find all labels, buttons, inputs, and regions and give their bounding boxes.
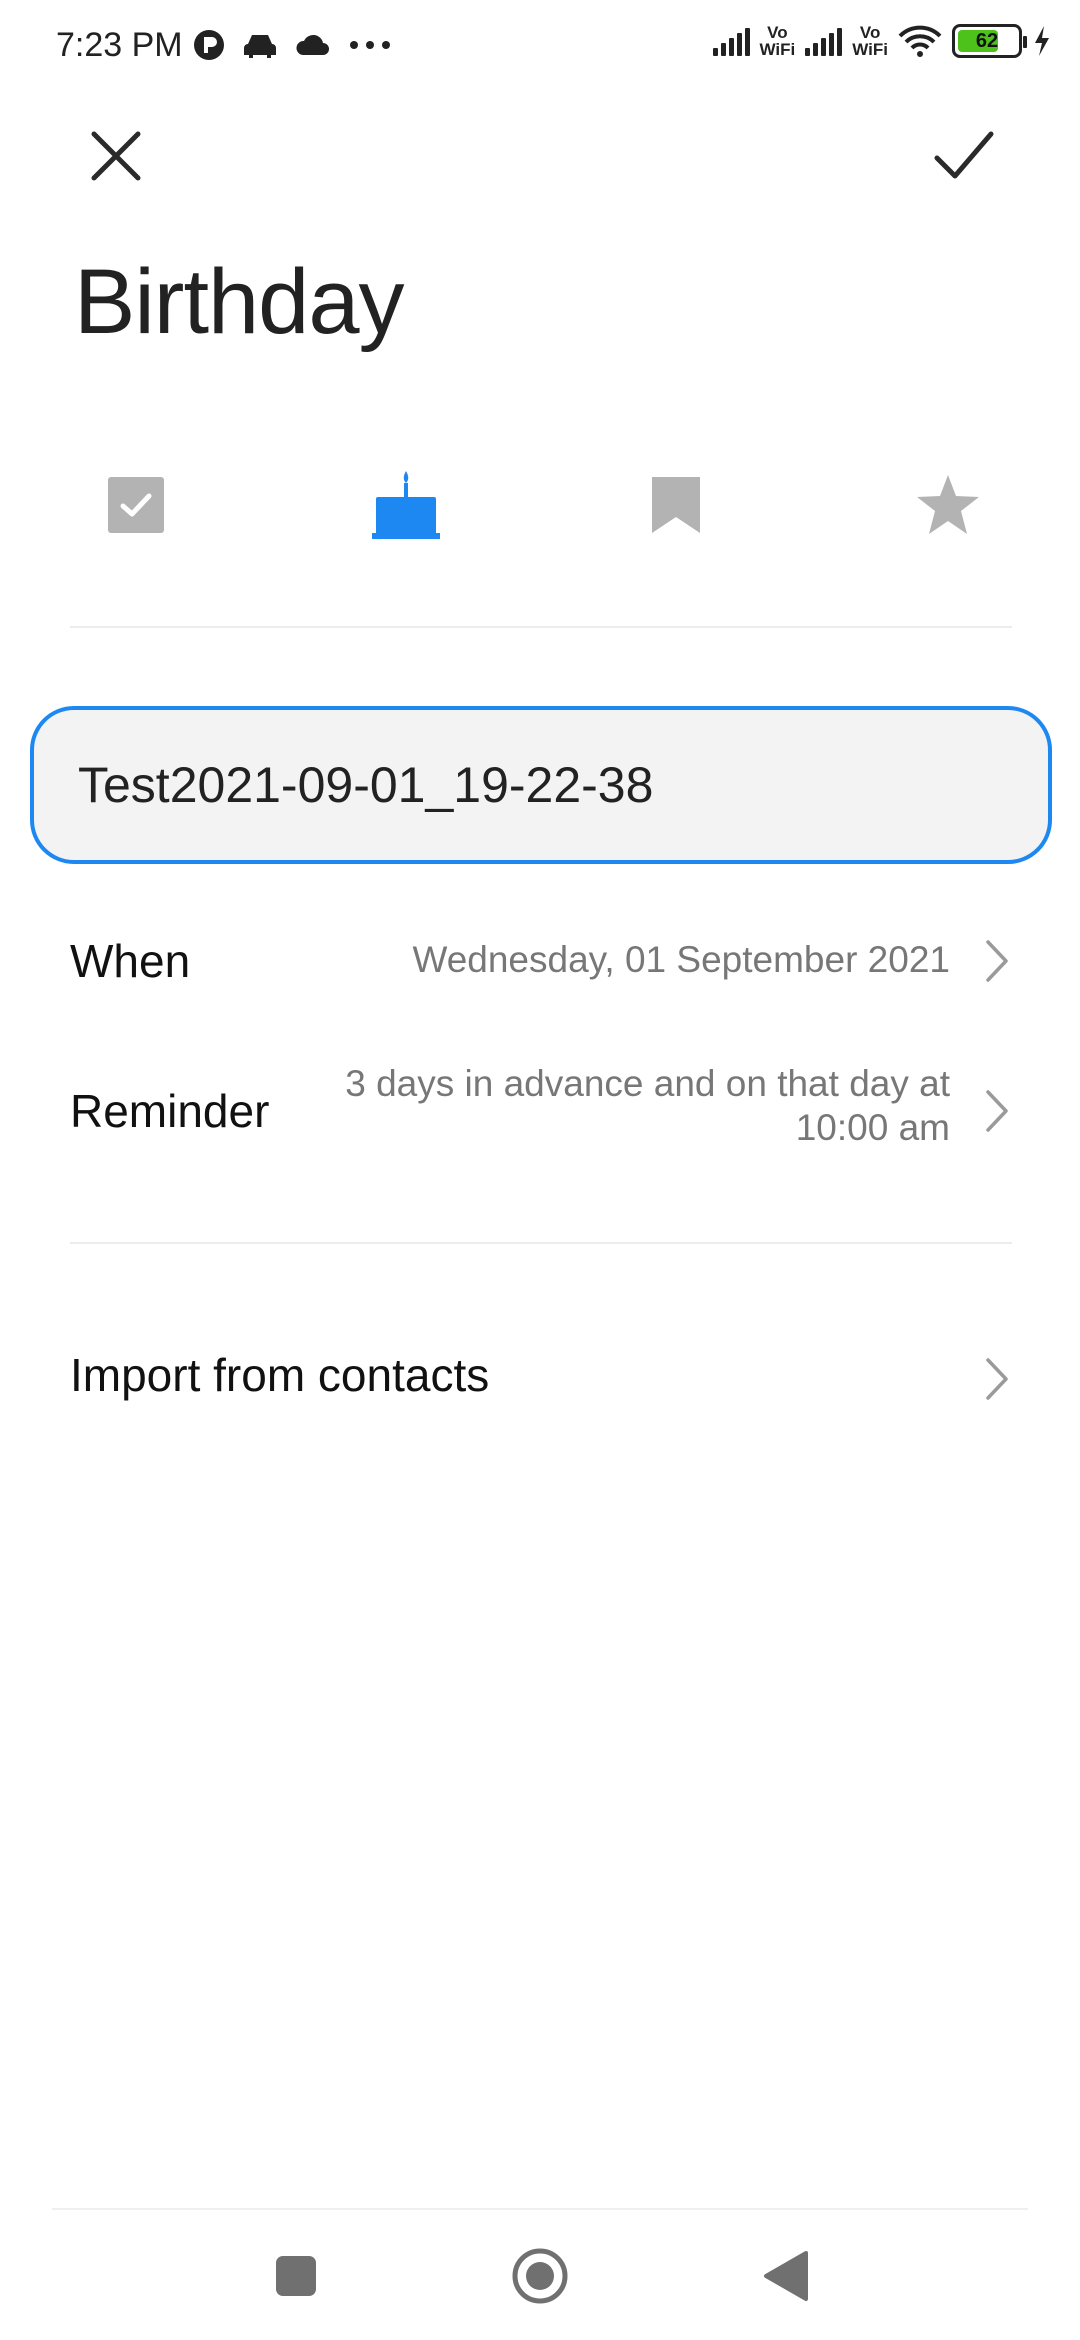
when-value: Wednesday, 01 September 2021 [412,939,950,980]
import-contacts-row[interactable]: Import from contacts [0,1320,1080,1440]
battery-icon: 62 [952,24,1027,58]
more-notifications-icon [350,41,390,49]
type-option-task[interactable] [86,455,186,555]
type-option-important[interactable] [898,455,998,555]
reminder-value-line1: 3 days in advance and on that day at [345,1063,950,1104]
divider [70,1242,1012,1244]
charging-icon [1035,26,1049,56]
reminder-label: Reminder [70,1085,270,1137]
divider [70,626,1012,628]
status-bar: 7:23 PM Vo WiFi Vo WiFi 62 [0,0,1080,96]
recents-button[interactable] [256,2236,336,2316]
chevron-right-icon [986,940,1008,982]
signal-icon [805,26,843,56]
battery-level: 62 [975,29,999,52]
check-icon [934,131,994,179]
type-option-birthday[interactable] [356,455,456,555]
type-option-anniversary[interactable] [626,455,726,555]
import-contacts-label: Import from contacts [70,1349,490,1401]
star-icon [917,475,979,534]
vowifi-icon: Vo WiFi [759,23,796,59]
confirm-button[interactable] [924,116,1004,196]
event-type-selector [0,455,1080,555]
status-notification-icons [192,28,392,62]
cloud-icon [296,34,329,55]
vowifi-icon: Vo WiFi [852,23,888,59]
page-title: Birthday [74,251,404,353]
reminder-value-line2: 10:00 am [795,1107,950,1148]
cake-icon [372,471,440,539]
reminder-row[interactable]: Reminder 3 days in advance and on that d… [0,1040,1080,1180]
close-button[interactable] [76,116,156,196]
event-name-field[interactable] [30,706,1052,864]
car-icon [244,35,276,58]
status-time: 7:23 PM [56,26,183,64]
event-name-input[interactable] [78,710,998,860]
bookmark-icon [652,477,700,533]
wifi-icon [898,25,942,57]
home-button[interactable] [500,2236,580,2316]
chevron-right-icon [986,1358,1008,1400]
checkbox-icon [108,477,164,533]
back-button[interactable] [746,2236,826,2316]
chevron-right-icon [986,1090,1008,1132]
app-notification-icon [194,30,224,60]
nav-divider [52,2208,1028,2210]
when-label: When [70,935,191,987]
close-icon [91,131,141,181]
home-circle-icon [512,2248,568,2304]
reminder-value: 3 days in advance and on that day at 10:… [345,1062,950,1150]
status-system-icons: Vo WiFi Vo WiFi 62 [712,23,1052,59]
square-icon [276,2256,316,2296]
signal-icon [712,26,750,56]
back-triangle-icon [764,2251,808,2301]
when-row[interactable]: When Wednesday, 01 September 2021 [0,900,1080,1020]
